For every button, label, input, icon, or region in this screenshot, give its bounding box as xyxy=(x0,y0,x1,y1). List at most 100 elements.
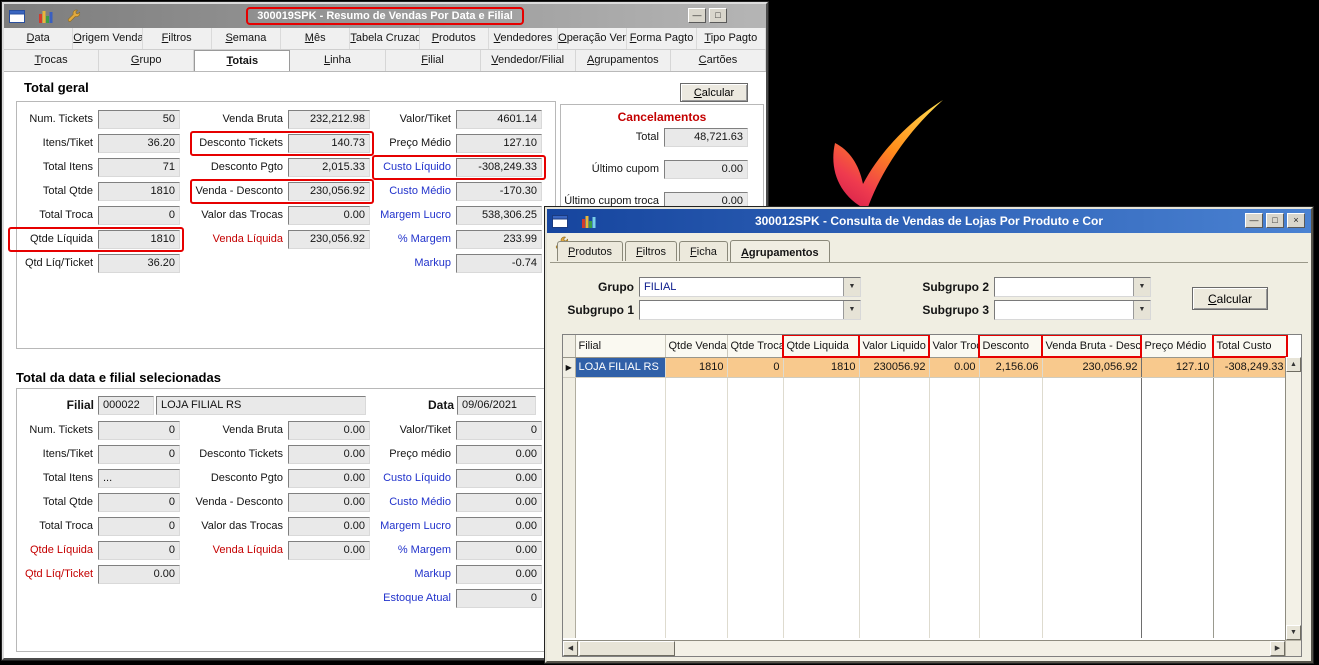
menu-mes[interactable]: Mês xyxy=(281,28,351,49)
wrench-icon[interactable] xyxy=(67,9,81,23)
field-value[interactable]: 0.00 xyxy=(288,469,370,488)
scrollbar-thumb[interactable] xyxy=(579,641,675,656)
filial-name-field[interactable]: LOJA FILIAL RS xyxy=(156,396,366,415)
minimize-button[interactable]: — xyxy=(1245,213,1263,228)
field-value[interactable]: 140.73 xyxy=(288,134,370,153)
col-total-custo[interactable]: Total Custo xyxy=(1212,335,1288,358)
field-value[interactable]: 1810 xyxy=(98,230,180,249)
tab-trocas[interactable]: Trocas xyxy=(4,50,100,71)
col-venda-bruta-desc[interactable]: Venda Bruta - Desc. xyxy=(1041,335,1142,358)
scroll-up-icon[interactable]: ▲ xyxy=(1286,357,1301,372)
field-value[interactable]: 0.00 xyxy=(288,517,370,536)
col-qtde-liquida[interactable]: Qtde Liquida xyxy=(782,335,860,358)
field-value[interactable]: 2,015.33 xyxy=(288,158,370,177)
tab-cartoes[interactable]: Cartões xyxy=(671,50,766,71)
close-button[interactable]: × xyxy=(1287,213,1305,228)
field-value[interactable]: -170.30 xyxy=(456,182,542,201)
tab-filial[interactable]: Filial xyxy=(386,50,481,71)
field-value[interactable]: 4601.14 xyxy=(456,110,542,129)
minimize-button[interactable]: — xyxy=(688,8,706,23)
col-qtde-troca[interactable]: Qtde Troca xyxy=(727,335,784,358)
menu-operacao-venda[interactable]: Operação Venda xyxy=(558,28,628,49)
cell-qtde-venda[interactable]: 1810 xyxy=(665,357,728,378)
cell-qtde-troca[interactable]: 0 xyxy=(727,357,784,378)
tab-vendedor-filial[interactable]: Vendedor/Filial xyxy=(481,50,576,71)
field-value[interactable]: 0.00 xyxy=(456,469,542,488)
cell-desconto[interactable]: 2,156.06 xyxy=(979,357,1043,378)
cell-total-custo[interactable]: -308,249.33 xyxy=(1213,357,1288,378)
calcular-button[interactable]: Calcular xyxy=(680,83,748,102)
columns-chart-icon[interactable] xyxy=(39,10,53,23)
subgrupo3-dropdown[interactable]: ▼ xyxy=(994,300,1151,320)
calcular-button[interactable]: Calcular xyxy=(1192,287,1268,310)
field-value[interactable]: 0.00 xyxy=(98,565,180,584)
chevron-down-icon[interactable]: ▼ xyxy=(1133,278,1150,296)
field-value[interactable]: 0 xyxy=(98,541,180,560)
menu-data[interactable]: Data xyxy=(4,28,74,49)
menu-vendedores[interactable]: Vendedores xyxy=(489,28,559,49)
maximize-button[interactable]: □ xyxy=(1266,213,1284,228)
col-desconto[interactable]: Desconto xyxy=(978,335,1043,358)
tab-produtos[interactable]: Produtos xyxy=(557,241,624,261)
tab-linha[interactable]: Linha xyxy=(290,50,386,71)
tab-agrupamentos[interactable]: Agrupamentos xyxy=(729,240,830,262)
field-value[interactable]: 230,056.92 xyxy=(288,230,370,249)
col-qtde-venda[interactable]: Qtde Venda xyxy=(665,335,728,358)
field-value[interactable]: ... xyxy=(98,469,180,488)
field-value[interactable]: 0.00 xyxy=(664,160,748,179)
tab-agrupamentos[interactable]: Agrupamentos xyxy=(576,50,671,71)
field-value[interactable]: 0 xyxy=(98,421,180,440)
field-value[interactable]: 0.00 xyxy=(288,445,370,464)
field-value[interactable]: 48,721.63 xyxy=(664,128,748,147)
field-value[interactable]: 0 xyxy=(98,493,180,512)
field-value[interactable]: 0.00 xyxy=(288,493,370,512)
field-value[interactable]: -0.74 xyxy=(456,254,542,273)
scroll-right-icon[interactable]: ▶ xyxy=(1270,641,1285,656)
report-window-icon[interactable] xyxy=(9,9,25,23)
scroll-down-icon[interactable]: ▼ xyxy=(1286,625,1301,640)
maximize-button[interactable]: □ xyxy=(709,8,727,23)
field-value[interactable]: 0.00 xyxy=(456,565,542,584)
filial-code-field[interactable]: 000022 xyxy=(98,396,154,415)
tab-grupo[interactable]: Grupo xyxy=(99,50,195,71)
field-value[interactable]: 0.00 xyxy=(288,206,370,225)
subgrupo2-dropdown[interactable]: ▼ xyxy=(994,277,1151,297)
tab-filtros[interactable]: Filtros xyxy=(625,241,678,261)
cell-preco-medio[interactable]: 127.10 xyxy=(1141,357,1214,378)
field-value[interactable]: 0 xyxy=(456,589,542,608)
menu-semana[interactable]: Semana xyxy=(212,28,282,49)
field-value[interactable]: 0 xyxy=(456,421,542,440)
tab-ficha[interactable]: Ficha xyxy=(679,241,728,261)
field-value[interactable]: 538,306.25 xyxy=(456,206,542,225)
field-value[interactable]: 36.20 xyxy=(98,254,180,273)
field-value[interactable]: 0.00 xyxy=(456,445,542,464)
vertical-scrollbar[interactable]: ▲ ▼ xyxy=(1285,357,1301,640)
tab-totais[interactable]: Totais xyxy=(194,50,291,71)
cell-valor-troca[interactable]: 0.00 xyxy=(929,357,980,378)
cell-venda-bruta-desc[interactable]: 230,056.92 xyxy=(1042,357,1142,378)
field-value[interactable]: 36.20 xyxy=(98,134,180,153)
table-row[interactable]: ▶ LOJA FILIAL RS 1810 0 1810 230056.92 0… xyxy=(563,357,1288,378)
col-valor-liquido[interactable]: Valor Liquido xyxy=(858,335,930,358)
columns-chart-icon[interactable] xyxy=(582,215,596,228)
horizontal-scrollbar[interactable]: ◀ ▶ xyxy=(563,640,1285,656)
subgrupo1-dropdown[interactable]: ▼ xyxy=(639,300,861,320)
field-value[interactable]: -308,249.33 xyxy=(456,158,542,177)
chevron-down-icon[interactable]: ▼ xyxy=(1133,301,1150,319)
field-value[interactable]: 0.00 xyxy=(456,517,542,536)
menu-filtros[interactable]: Filtros xyxy=(143,28,212,49)
chevron-down-icon[interactable]: ▼ xyxy=(843,278,860,296)
menu-origem-venda[interactable]: Origem Venda xyxy=(73,28,143,49)
field-value[interactable]: 232,212.98 xyxy=(288,110,370,129)
cell-qtde-liquida[interactable]: 1810 xyxy=(783,357,860,378)
grupo-dropdown[interactable]: FILIAL ▼ xyxy=(639,277,861,297)
field-value[interactable]: 0.00 xyxy=(288,421,370,440)
field-value[interactable]: 0 xyxy=(98,517,180,536)
menu-produtos[interactable]: Produtos xyxy=(420,28,489,49)
col-valor-troca[interactable]: Valor Troca xyxy=(929,335,980,358)
field-value[interactable]: 233.99 xyxy=(456,230,542,249)
field-value[interactable]: 0 xyxy=(98,206,180,225)
cell-valor-liquido[interactable]: 230056.92 xyxy=(859,357,930,378)
report-window-icon[interactable] xyxy=(552,214,568,228)
scroll-left-icon[interactable]: ◀ xyxy=(563,641,578,656)
